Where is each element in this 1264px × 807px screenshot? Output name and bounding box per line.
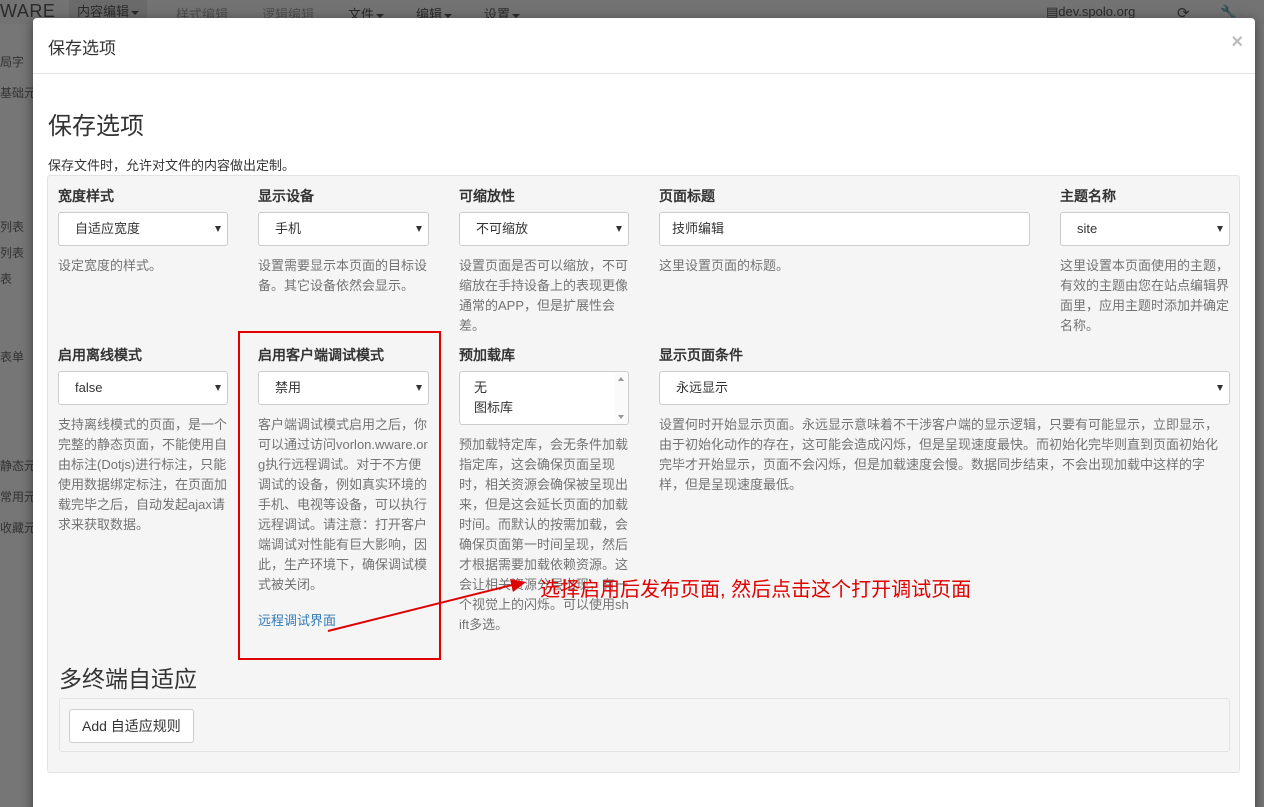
offline-select[interactable]: false: [58, 371, 228, 405]
field-label: 宽度样式: [58, 188, 114, 204]
caret-down-icon: [1217, 226, 1223, 232]
scroll-down-icon[interactable]: [618, 415, 624, 419]
page-title-input[interactable]: 技师编辑: [659, 212, 1030, 246]
listbox-option[interactable]: 无: [474, 378, 614, 398]
highlight-box: [238, 331, 441, 660]
caret-down-icon: [215, 226, 221, 232]
device-select[interactable]: 手机: [258, 212, 429, 246]
listbox-scrollbar[interactable]: [615, 373, 627, 423]
multi-terminal-heading: 多终端自适应: [59, 666, 197, 692]
field-display-condition: 显示页面条件 永远显示 设置何时开始显示页面。永远显示意味着不干涉客户端的显示逻…: [659, 345, 1230, 495]
save-options-modal: 保存选项 × 保存选项 保存文件时，允许对文件的内容做出定制。 宽度样式 自适应…: [33, 18, 1255, 807]
modal-body: 保存选项 保存文件时，允许对文件的内容做出定制。: [33, 106, 1255, 174]
theme-select[interactable]: site: [1060, 212, 1230, 246]
modal-header: 保存选项 ×: [33, 18, 1255, 74]
display-condition-select[interactable]: 永远显示: [659, 371, 1230, 405]
close-icon[interactable]: ×: [1231, 32, 1243, 52]
scalable-select[interactable]: 不可缩放: [459, 212, 629, 246]
field-label: 显示设备: [258, 188, 314, 204]
field-scalable: 可缩放性 不可缩放 设置页面是否可以缩放，不可缩放在手持设备上的表现更像通常的A…: [459, 186, 629, 336]
field-help: 预加载特定库，会无条件加载指定库，这会确保页面呈现时，相关资源会确保被呈现出来，…: [459, 437, 629, 632]
annotation-text: 选择启用后发布页面, 然后点击这个打开调试页面: [540, 579, 972, 601]
add-adaptive-rule-button[interactable]: Add 自适应规则: [69, 709, 194, 743]
field-help: 设置需要显示本页面的目标设备。其它设备依然会显示。: [258, 258, 428, 293]
field-theme: 主题名称 site 这里设置本页面使用的主题，有效的主题由您在站点编辑界面里，应…: [1060, 186, 1230, 336]
field-help: 设定宽度的样式。: [58, 258, 163, 273]
field-offline: 启用离线模式 false 支持离线模式的页面，是一个完整的静态页面，不能使用自由…: [58, 345, 228, 535]
page-title: 保存选项: [48, 113, 144, 140]
field-label: 预加载库: [459, 347, 515, 363]
caret-down-icon: [416, 226, 422, 232]
width-style-select[interactable]: 自适应宽度: [58, 212, 228, 246]
page-description: 保存文件时，允许对文件的内容做出定制。: [48, 158, 296, 173]
field-help: 设置何时开始显示页面。永远显示意味着不干涉客户端的显示逻辑，只要有可能显示，立即…: [659, 417, 1219, 492]
scroll-up-icon[interactable]: [618, 377, 624, 381]
options-panel: 宽度样式 自适应宽度 设定宽度的样式。 显示设备 手机 设置需要显示本页面的目标…: [47, 175, 1240, 773]
field-label: 显示页面条件: [659, 347, 743, 363]
caret-down-icon: [215, 385, 221, 391]
caret-down-icon: [1217, 385, 1223, 391]
field-help: 这里设置页面的标题。: [659, 258, 790, 273]
field-label: 启用离线模式: [58, 347, 142, 363]
caret-down-icon: [616, 226, 622, 232]
field-help: 设置页面是否可以缩放，不可缩放在手持设备上的表现更像通常的APP，但是扩展性会差…: [459, 258, 629, 333]
field-label: 可缩放性: [459, 188, 515, 204]
field-label: 页面标题: [659, 188, 715, 204]
field-help: 这里设置本页面使用的主题，有效的主题由您在站点编辑界面里，应用主题时添加并确定名…: [1060, 258, 1230, 333]
adaptive-rules-panel: Add 自适应规则: [59, 698, 1230, 752]
listbox-option[interactable]: 图标库: [474, 398, 614, 418]
field-page-title: 页面标题 技师编辑 这里设置页面的标题。: [659, 186, 1030, 276]
modal-title: 保存选项: [48, 39, 116, 58]
field-device: 显示设备 手机 设置需要显示本页面的目标设备。其它设备依然会显示。: [258, 186, 429, 296]
field-width-style: 宽度样式 自适应宽度 设定宽度的样式。: [58, 186, 228, 276]
preload-listbox[interactable]: 无 图标库: [459, 371, 629, 425]
field-label: 主题名称: [1060, 188, 1116, 204]
field-help: 支持离线模式的页面，是一个完整的静态页面，不能使用自由标注(Dotjs)进行标注…: [58, 417, 228, 532]
